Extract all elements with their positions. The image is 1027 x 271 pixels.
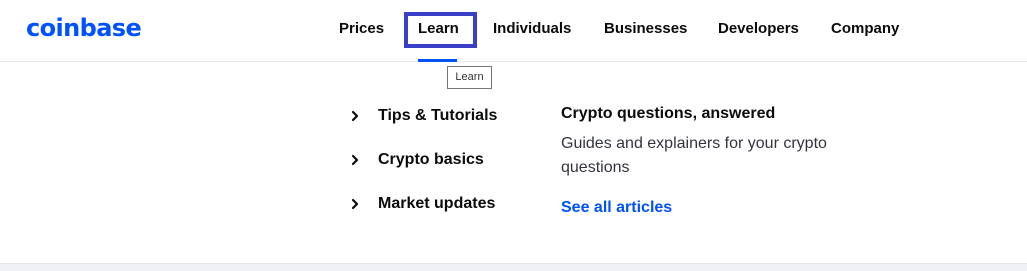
nav-learn[interactable]: Learn (418, 18, 459, 40)
page-content-edge (0, 263, 1027, 271)
feature-title: Crypto questions, answered (561, 105, 776, 122)
nav-prices[interactable]: Prices (339, 18, 384, 40)
top-navigation-bar: coinbase Prices Learn Individuals Busine… (0, 0, 1027, 62)
menu-item-label: Market updates (378, 195, 496, 212)
menu-item-crypto-basics[interactable]: Crypto basics (350, 148, 484, 172)
menu-item-tips-tutorials[interactable]: Tips & Tutorials (350, 104, 497, 128)
menu-item-label: Tips & Tutorials (378, 107, 498, 124)
nav-developers[interactable]: Developers (718, 18, 799, 40)
nav-company[interactable]: Company (831, 18, 899, 40)
see-all-articles-link[interactable]: See all articles (561, 199, 672, 217)
chevron-right-icon (351, 110, 359, 122)
chevron-right-icon (351, 154, 359, 166)
chevron-right-icon (351, 198, 359, 210)
feature-description: Guides and explainers for your crypto qu… (561, 135, 827, 176)
coinbase-logo[interactable]: coinbase (26, 12, 142, 44)
nav-individuals[interactable]: Individuals (493, 18, 571, 40)
menu-item-label: Crypto basics (378, 151, 484, 168)
nav-businesses[interactable]: Businesses (604, 18, 687, 40)
learn-tooltip: Learn (447, 66, 492, 89)
menu-item-market-updates[interactable]: Market updates (350, 192, 495, 216)
learn-active-underline (418, 59, 457, 62)
page: coinbase Prices Learn Individuals Busine… (0, 0, 1027, 271)
